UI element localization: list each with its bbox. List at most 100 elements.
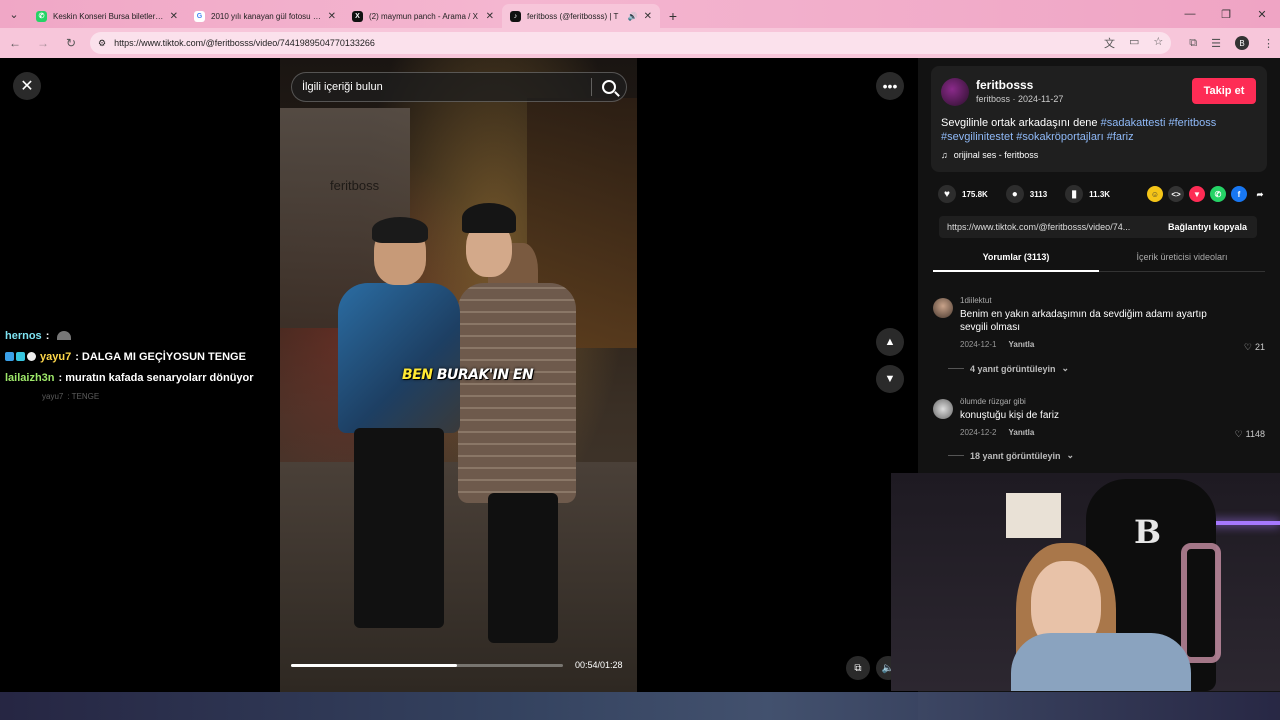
share-link-url[interactable]: https://www.tiktok.com/@feritbosss/video… [947, 222, 1152, 232]
emoji-share-icon[interactable]: ☺ [1147, 186, 1163, 202]
chevron-down-icon: ⌄ [1066, 450, 1075, 460]
comment-like-button[interactable]: ♡ 21 [1244, 342, 1265, 353]
forward-icon[interactable]: → [34, 34, 52, 52]
profile-avatar[interactable]: B [1235, 36, 1249, 50]
close-tab-icon[interactable]: ✕ [486, 11, 494, 22]
restore-icon[interactable]: ❐ [1208, 0, 1244, 28]
site-info-icon[interactable]: ⚙ [98, 38, 106, 49]
commenter-avatar[interactable] [933, 298, 953, 318]
creator-name[interactable]: feritbosss [976, 78, 1033, 92]
next-video-button[interactable]: ▼ [876, 365, 904, 393]
share-link-row: https://www.tiktok.com/@feritbosss/video… [939, 216, 1257, 238]
window-close-icon[interactable]: ✕ [1244, 0, 1280, 28]
facebook-icon[interactable]: f [1231, 186, 1247, 202]
emote-icon [57, 331, 72, 340]
comment-meta: 2024-12-1 Yanıtla [960, 340, 1034, 349]
whatsapp-icon: ✆ [36, 10, 47, 22]
creator-info-card: feritbosss feritboss · 2024-11-27 Takip … [931, 66, 1267, 172]
new-tab-button[interactable]: + [660, 4, 686, 28]
embed-icon[interactable]: <> [1168, 186, 1184, 202]
chat-badges [5, 352, 36, 361]
close-video-button[interactable]: ✕ [13, 72, 41, 100]
close-tab-icon[interactable]: ✕ [170, 11, 178, 22]
extensions-icon[interactable]: ⧉ [1189, 37, 1197, 50]
back-icon[interactable]: ← [6, 34, 24, 52]
tab-title: feritboss (@feritbosss) | T [527, 11, 619, 21]
caption-text: BURAK'IN EN [436, 367, 534, 383]
speaker-icon[interactable]: 🔊 [628, 12, 638, 21]
video-time: 00:54/01:28 [575, 660, 623, 670]
comment-date: 2024-12-2 [960, 428, 997, 437]
hashtag-link[interactable]: #fariz [1107, 131, 1134, 143]
tab-title: 2010 yılı kanayan gül fotosu - G [211, 11, 322, 21]
like-count: 175.8K [962, 189, 988, 199]
copy-link-button[interactable]: Bağlantıyı kopyala [1158, 222, 1257, 232]
share-arrow-icon[interactable]: ➦ [1252, 186, 1268, 202]
like-button[interactable]: ♥ 175.8K [938, 185, 988, 203]
browser-tab-3[interactable]: X (2) maymun panch - Arama / X ✕ [344, 4, 502, 28]
comment-like-count: 1148 [1245, 429, 1265, 439]
reply-button[interactable]: Yanıtla [1008, 340, 1034, 349]
minimize-icon[interactable]: — [1172, 0, 1208, 28]
video-person [332, 217, 462, 643]
comment-text: konuştuğu kişi de fariz [960, 410, 1059, 421]
browser-tab-4[interactable]: ♪ feritboss (@feritbosss) | T 🔊 ✕ [502, 4, 660, 28]
tab-creator-videos[interactable]: İçerik üreticisi videoları [1099, 248, 1265, 272]
reload-icon[interactable]: ↻ [62, 34, 80, 52]
comment-icon: ● [1005, 185, 1024, 203]
hashtag-link[interactable]: #sevgilinitestet [941, 131, 1013, 143]
cast-icon[interactable]: ▭ [1129, 35, 1139, 51]
browser-tab-1[interactable]: ✆ Keskin Konseri Bursa biletleri | B ✕ [28, 4, 186, 28]
translate-icon[interactable]: 文 [1104, 35, 1115, 51]
whatsapp-share-icon[interactable]: ✆ [1210, 186, 1226, 202]
save-count: 11.3K [1089, 189, 1111, 199]
reading-list-icon[interactable]: ☰ [1211, 37, 1221, 50]
reply-button[interactable]: Yanıtla [1008, 428, 1034, 437]
x-icon: X [352, 10, 363, 22]
video-progress-bar[interactable] [291, 664, 563, 667]
tiktok-icon: ♪ [510, 10, 521, 22]
badge-icon [16, 352, 25, 361]
video-person [448, 203, 578, 643]
mini-player-icon[interactable]: ⧉ [846, 656, 870, 680]
send-icon[interactable]: ▼ [1189, 186, 1205, 202]
chat-message: yayu7 : TENGE [0, 388, 280, 404]
view-replies-label: 4 yanıt görüntüleyin [970, 363, 1056, 374]
creator-avatar[interactable] [941, 78, 969, 106]
close-tab-icon[interactable]: ✕ [328, 11, 336, 22]
previous-video-button[interactable]: ▲ [876, 328, 904, 356]
more-options-button[interactable]: ••• [876, 72, 904, 100]
hashtag-link[interactable]: #sadakattesti [1101, 117, 1166, 129]
bookmark-icon: ▮ [1065, 185, 1084, 203]
tab-search-dropdown-icon[interactable]: ⌄ [0, 0, 28, 28]
close-tab-icon[interactable]: ✕ [644, 11, 652, 22]
related-search-input[interactable]: İlgili içeriği bulun [291, 72, 627, 102]
hashtag-link[interactable]: #sokakröportajları [1016, 131, 1103, 143]
follow-button[interactable]: Takip et [1192, 78, 1256, 104]
comment-meta: 2024-12-2 Yanıtla [960, 428, 1034, 437]
comment-item: ölumde rüzgar gibi konuştuğu kişi de far… [933, 397, 1265, 447]
view-replies-button[interactable]: 18 yanıt görüntüleyin ⌄ [948, 450, 1074, 461]
panel-tabs: Yorumlar (3113) İçerik üreticisi videola… [933, 248, 1265, 272]
commenter-avatar[interactable] [933, 399, 953, 419]
comment-button[interactable]: ● 3113 [1005, 185, 1047, 203]
menu-icon[interactable]: ⋮ [1263, 37, 1274, 50]
comment-date: 2024-12-1 [960, 340, 997, 349]
chat-message: lailaizh3n : muratın kafada senaryolarr … [0, 367, 280, 388]
search-icon[interactable] [602, 80, 616, 94]
view-replies-button[interactable]: 4 yanıt görüntüleyin ⌄ [948, 363, 1069, 374]
tab-comments[interactable]: Yorumlar (3113) [933, 248, 1099, 272]
bookmark-star-icon[interactable]: ☆ [1153, 35, 1163, 51]
url-field[interactable]: ⚙ https://www.tiktok.com/@feritbosss/vid… [90, 32, 1172, 54]
commenter-name[interactable]: 1diilektut [960, 296, 992, 305]
commenter-name[interactable]: ölumde rüzgar gibi [960, 397, 1026, 406]
comment-like-button[interactable]: ♡ 1148 [1235, 429, 1265, 440]
music-row[interactable]: ♫ orijinal ses - feritboss [941, 150, 1038, 160]
video-watermark: feritboss [330, 178, 380, 193]
browser-tab-2[interactable]: G 2010 yılı kanayan gül fotosu - G ✕ [186, 4, 344, 28]
heart-outline-icon: ♡ [1234, 429, 1243, 439]
tab-title: (2) maymun panch - Arama / X [369, 11, 478, 21]
save-button[interactable]: ▮ 11.3K [1065, 185, 1110, 203]
video-description: Sevgilinle ortak arkadaşını dene #sadaka… [941, 116, 1261, 144]
hashtag-link[interactable]: #feritboss [1169, 117, 1217, 129]
